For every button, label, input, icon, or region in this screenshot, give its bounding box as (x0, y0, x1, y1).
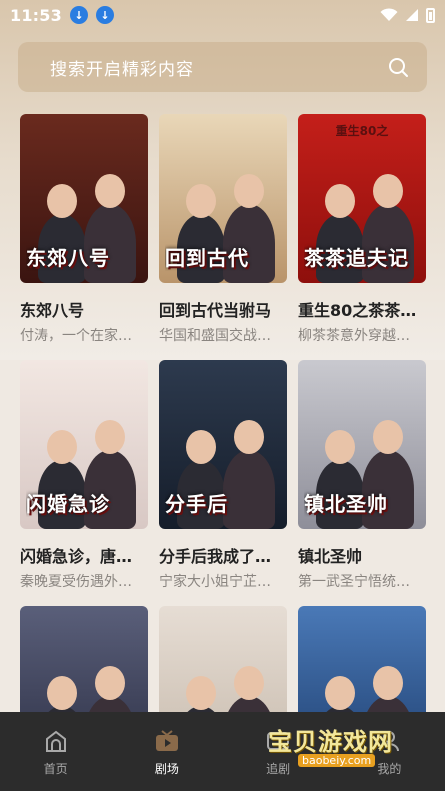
drama-title[interactable]: 回到古代当驸马 (159, 297, 287, 321)
drama-title[interactable]: 闪婚急诊，唐… (20, 543, 148, 567)
drama-poster[interactable]: 镇北圣帅 (298, 360, 426, 529)
poster-figure-head (234, 420, 264, 454)
drama-description: 柳茶茶意外穿越… (298, 328, 410, 344)
poster-title-art: 分手后 (165, 492, 228, 516)
watermark-logo: 宝贝游戏网 baobeiy.com (268, 722, 418, 777)
drama-title[interactable]: 重生80之茶茶… (298, 297, 426, 321)
drama-title[interactable]: 东郊八号 (20, 297, 148, 321)
watermark-text: 宝贝游戏网 (268, 728, 393, 756)
drama-description: 华国和盛国交战… (159, 328, 271, 344)
drama-description: 第一武圣宁悟统… (298, 574, 410, 590)
poster-subtitle: 重生80之 (335, 124, 389, 138)
drama-description: 付涛，一个在家… (20, 328, 132, 344)
poster-figure-head (95, 174, 125, 208)
drama-description: 秦晚夏受伤遇外… (20, 574, 132, 590)
drama-poster[interactable]: 重生80之茶茶追夫记 (298, 114, 426, 283)
poster-figure-head (186, 184, 216, 218)
poster-title-art: 闪婚急诊 (26, 492, 110, 516)
tab-theater[interactable]: 剧场 (111, 712, 222, 791)
poster-figure-head (186, 676, 216, 710)
poster-title-art: 茶茶追夫记 (304, 246, 409, 270)
tab-home[interactable]: 首页 (0, 712, 111, 791)
poster-figure-head (234, 666, 264, 700)
poster-figure-head (186, 430, 216, 464)
drama-poster[interactable]: 分手后 (159, 360, 287, 529)
poster-figure-head (234, 174, 264, 208)
poster-title-art: 镇北圣帅 (304, 492, 388, 516)
poster-figure-head (325, 676, 355, 710)
drama-card[interactable]: 闪婚急诊闪婚急诊，唐… 秦晚夏受伤遇外… (20, 360, 148, 591)
drama-card[interactable]: 分手后分手后我成了… 宁家大小姐宁芷… (159, 360, 287, 591)
drama-card[interactable]: 东郊八号 东郊八号 付涛，一个在家… (20, 114, 148, 345)
poster-figure-head (325, 430, 355, 464)
tab-label: 剧场 (154, 762, 179, 776)
poster-figure-head (373, 666, 403, 700)
drama-grid: 东郊八号 东郊八号 付涛，一个在家… 回到古代 回到古代当驸马 华国和盛国交战… 重生80之… (0, 0, 445, 791)
drama-card[interactable]: 镇北圣帅 镇北圣帅 第一武圣宁悟统… (298, 360, 426, 591)
poster-figure-head (47, 676, 77, 710)
drama-card[interactable]: 回到古代回到古代当驸马华国和盛国交战… (159, 114, 287, 345)
poster-figure-head (95, 420, 125, 454)
poster-title-art: 回到古代 (165, 246, 249, 270)
poster-figure-head (373, 174, 403, 208)
drama-poster[interactable]: 闪婚急诊 (20, 360, 148, 529)
poster-title-art: 东郊八号 (26, 246, 110, 270)
tab-label: 首页 (43, 762, 68, 776)
drama-description: 宁家大小姐宁芷… (159, 574, 271, 590)
home-icon (45, 730, 66, 752)
poster-figure-head (47, 184, 77, 218)
poster-figure-head (325, 184, 355, 218)
drama-poster[interactable]: 回到古代 (159, 114, 287, 283)
drama-card[interactable]: 重生80之茶茶追夫记重生80之茶茶… 柳茶茶意外穿越… (298, 114, 426, 345)
drama-poster[interactable]: 东郊八号 (20, 114, 148, 283)
poster-figure-head (95, 666, 125, 700)
watermark-url: baobeiy.com (298, 754, 376, 767)
poster-figure-head (47, 430, 77, 464)
theater-icon (155, 730, 178, 751)
poster-figure-head (373, 420, 403, 454)
drama-title[interactable]: 分手后我成了… (159, 543, 287, 567)
drama-title[interactable]: 镇北圣帅 (298, 543, 426, 567)
